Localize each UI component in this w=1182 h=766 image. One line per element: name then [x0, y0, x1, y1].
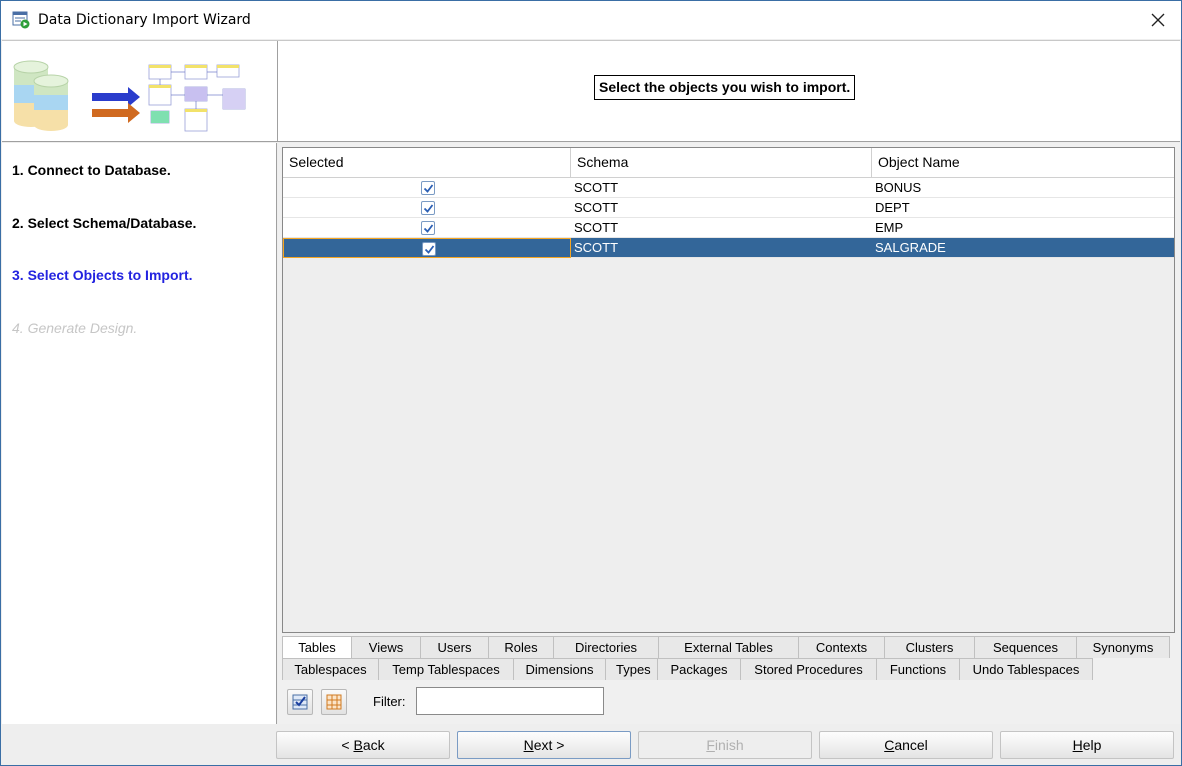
wizard-steps-panel: 1. Connect to Database. 2. Select Schema…: [2, 143, 277, 724]
cell-schema: SCOTT: [574, 220, 619, 235]
import-illustration-icon: [13, 60, 246, 132]
window-title: Data Dictionary Import Wizard: [38, 12, 251, 28]
cell-object-name: BONUS: [875, 180, 922, 195]
tab-users[interactable]: Users: [420, 636, 489, 658]
filter-input[interactable]: [416, 687, 604, 715]
row-checkbox[interactable]: [421, 201, 435, 215]
tab-contexts[interactable]: Contexts: [798, 636, 885, 658]
tab-roles[interactable]: Roles: [488, 636, 554, 658]
cell-schema: SCOTT: [574, 240, 619, 255]
next-button[interactable]: Next >: [457, 731, 631, 759]
cell-object-name: SALGRADE: [875, 240, 946, 255]
step-generate-design: 4. Generate Design.: [12, 320, 138, 336]
checkmark-icon: [423, 184, 434, 193]
header-divider: [277, 41, 278, 142]
cell-schema: SCOTT: [574, 200, 619, 215]
table-row[interactable]: SCOTT BONUS: [283, 178, 1174, 198]
row-checkbox[interactable]: [421, 221, 435, 235]
object-type-tabs-row1: Tables Views Users Roles Directories External…: [282, 636, 1170, 658]
column-header-schema[interactable]: Schema: [571, 148, 872, 177]
title-bar: Data Dictionary Import Wizard: [1, 1, 1181, 39]
tab-functions[interactable]: Functions: [876, 658, 960, 680]
help-button[interactable]: Help: [1000, 731, 1174, 759]
objects-panel: Selected Schema Object Name SCOTT BONUS SC…: [278, 143, 1180, 724]
cell-object-name: EMP: [875, 220, 904, 235]
app-icon: [12, 11, 30, 29]
tab-types[interactable]: Types: [605, 658, 658, 680]
column-header-selected[interactable]: Selected: [283, 148, 571, 177]
table-row[interactable]: SCOTT EMP: [283, 218, 1174, 238]
checkmark-icon: [424, 245, 435, 254]
cancel-button[interactable]: Cancel: [819, 731, 993, 759]
tab-tablespaces[interactable]: Tablespaces: [282, 658, 379, 680]
filter-label: Filter:: [373, 694, 406, 709]
close-icon: [1151, 13, 1165, 27]
wizard-window: Data Dictionary Import Wizard Select the…: [0, 0, 1182, 766]
table-row[interactable]: SCOTT DEPT: [283, 198, 1174, 218]
tab-stored-procedures[interactable]: Stored Procedures: [740, 658, 877, 680]
deselect-all-button[interactable]: [321, 689, 347, 715]
wizard-header: Select the objects you wish to import.: [2, 40, 1180, 142]
cell-selected: [283, 178, 571, 198]
cell-schema: SCOTT: [574, 180, 619, 195]
object-type-tabs-row2: Tablespaces Temp Tablespaces Dimensions Typ…: [282, 658, 1093, 680]
step-select-schema: 2. Select Schema/Database.: [12, 215, 197, 231]
row-checkbox[interactable]: [422, 242, 436, 256]
tab-dimensions[interactable]: Dimensions: [513, 658, 606, 680]
cell-selected: [283, 238, 571, 258]
tab-synonyms[interactable]: Synonyms: [1076, 636, 1170, 658]
check-all-icon: [292, 694, 308, 710]
page-instruction: Select the objects you wish to import.: [594, 75, 856, 100]
close-button[interactable]: [1135, 1, 1181, 39]
select-all-button[interactable]: [287, 689, 313, 715]
column-header-object-name[interactable]: Object Name: [872, 148, 1174, 177]
step-connect: 1. Connect to Database.: [12, 162, 171, 178]
tab-sequences[interactable]: Sequences: [974, 636, 1077, 658]
tab-undo-tablespaces[interactable]: Undo Tablespaces: [959, 658, 1093, 680]
table-header: Selected Schema Object Name: [283, 148, 1174, 178]
row-checkbox[interactable]: [421, 181, 435, 195]
table-row[interactable]: SCOTT SALGRADE: [283, 238, 1174, 258]
tab-directories[interactable]: Directories: [553, 636, 659, 658]
tab-clusters[interactable]: Clusters: [884, 636, 975, 658]
tab-temp-tablespaces[interactable]: Temp Tablespaces: [378, 658, 514, 680]
finish-button[interactable]: Finish: [638, 731, 812, 759]
checkmark-icon: [423, 204, 434, 213]
cell-object-name: DEPT: [875, 200, 910, 215]
step-select-objects: 3. Select Objects to Import.: [12, 267, 193, 283]
cell-selected: [283, 198, 571, 218]
cell-selected: [283, 218, 571, 238]
tab-views[interactable]: Views: [351, 636, 421, 658]
tab-external-tables[interactable]: External Tables: [658, 636, 799, 658]
checkmark-icon: [423, 224, 434, 233]
back-button[interactable]: < Back: [276, 731, 450, 759]
tab-packages[interactable]: Packages: [657, 658, 741, 680]
objects-table[interactable]: Selected Schema Object Name SCOTT BONUS SC…: [282, 147, 1175, 633]
uncheck-all-icon: [326, 694, 342, 710]
tab-tables[interactable]: Tables: [282, 636, 352, 658]
